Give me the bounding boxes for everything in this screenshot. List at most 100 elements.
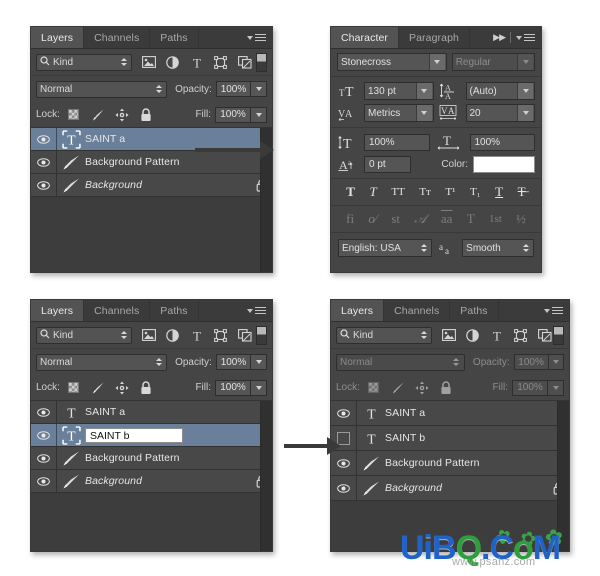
- layer-thumbnail[interactable]: T: [57, 403, 85, 422]
- superscript-button[interactable]: T¹: [445, 186, 455, 198]
- blend-mode-stepper[interactable]: [452, 356, 461, 369]
- adjustment-filter-icon[interactable]: [165, 328, 180, 343]
- layer-visibility-toggle[interactable]: [31, 447, 57, 469]
- layer-thumbnail[interactable]: T: [357, 429, 385, 448]
- layer-thumbnail[interactable]: [57, 177, 85, 193]
- faux-bold-button[interactable]: T: [346, 184, 355, 200]
- layer-visibility-toggle[interactable]: [31, 151, 57, 173]
- vertical-scale-field[interactable]: 100%: [364, 133, 430, 151]
- lock-all-icon[interactable]: [139, 107, 153, 122]
- antialias-select[interactable]: Smooth: [462, 239, 534, 257]
- opacity-dropdown-button[interactable]: [548, 354, 565, 370]
- layer-thumbnail[interactable]: [57, 473, 85, 489]
- tab-paths[interactable]: Paths: [450, 300, 499, 321]
- table-row[interactable]: Background: [331, 476, 569, 501]
- layer-list-scrollbar[interactable]: [260, 401, 272, 551]
- table-row[interactable]: T SAINT a: [331, 401, 569, 426]
- lock-transparency-icon[interactable]: [67, 381, 81, 395]
- strikethrough-button[interactable]: T̶: [518, 184, 526, 200]
- image-filter-icon[interactable]: [141, 55, 156, 70]
- layer-thumbnail[interactable]: [357, 480, 385, 496]
- font-family-select[interactable]: Stonecross: [337, 53, 447, 71]
- adjustment-filter-icon[interactable]: [465, 328, 480, 343]
- opacity-value[interactable]: 100%: [215, 354, 252, 370]
- underline-button[interactable]: T: [495, 184, 503, 200]
- horizontal-scale-field[interactable]: 100%: [469, 133, 535, 151]
- filter-kind-select[interactable]: Kind: [36, 326, 132, 344]
- layer-thumbnail[interactable]: T: [57, 129, 85, 149]
- language-stepper[interactable]: [419, 242, 428, 255]
- lock-transparency-icon[interactable]: [67, 108, 81, 122]
- tab-character[interactable]: Character: [331, 27, 400, 48]
- kerning-select[interactable]: Metrics: [364, 104, 434, 122]
- table-row[interactable]: Background: [31, 174, 272, 197]
- adjustment-filter-icon[interactable]: [165, 55, 180, 70]
- filter-kind-stepper[interactable]: [419, 329, 428, 342]
- opacity-dropdown-button[interactable]: [251, 81, 267, 97]
- type-filter-icon[interactable]: T: [189, 328, 204, 343]
- tab-channels[interactable]: Channels: [84, 27, 151, 48]
- panel-menu-button[interactable]: [243, 300, 272, 321]
- layer-thumbnail[interactable]: [357, 455, 385, 471]
- shape-filter-icon[interactable]: [213, 328, 228, 343]
- blend-mode-select[interactable]: Normal: [36, 353, 168, 371]
- tab-paths[interactable]: Paths: [150, 300, 199, 321]
- lock-image-icon[interactable]: [91, 108, 105, 122]
- filter-enable-toggle[interactable]: [553, 325, 564, 345]
- small-caps-button[interactable]: Tт: [419, 186, 431, 198]
- faux-italic-button[interactable]: T: [370, 184, 377, 200]
- filter-kind-select[interactable]: Kind: [36, 53, 132, 71]
- titling-alternates-button[interactable]: T: [467, 211, 475, 227]
- layer-thumbnail[interactable]: [57, 154, 85, 170]
- shape-filter-icon[interactable]: [213, 55, 228, 70]
- layer-thumbnail[interactable]: [57, 450, 85, 466]
- font-style-select[interactable]: Regular: [451, 53, 535, 71]
- lock-image-icon[interactable]: [391, 381, 405, 395]
- fill-dropdown-button[interactable]: [251, 106, 267, 123]
- language-select[interactable]: English: USA: [338, 239, 433, 257]
- table-row[interactable]: T SAINT a: [31, 401, 272, 424]
- table-row[interactable]: Background: [31, 470, 272, 493]
- text-color-swatch[interactable]: [473, 155, 535, 173]
- opacity-value[interactable]: 100%: [215, 81, 252, 97]
- antialias-stepper[interactable]: [521, 242, 530, 255]
- baseline-shift-field[interactable]: 0 pt: [364, 155, 411, 173]
- filter-kind-stepper[interactable]: [119, 56, 128, 69]
- layer-visibility-toggle[interactable]: [331, 476, 357, 500]
- table-row[interactable]: T SAINT b: [31, 424, 272, 447]
- lock-transparency-icon[interactable]: [367, 381, 381, 395]
- panel-menu-button[interactable]: [243, 27, 272, 48]
- smartobject-filter-icon[interactable]: [237, 328, 252, 343]
- opacity-dropdown-button[interactable]: [251, 354, 267, 370]
- hamburger-icon[interactable]: [524, 32, 535, 43]
- lock-position-icon[interactable]: [115, 381, 129, 395]
- opacity-value[interactable]: 100%: [513, 354, 549, 370]
- filter-enable-toggle[interactable]: [256, 325, 267, 345]
- layer-visibility-toggle[interactable]: [31, 401, 57, 423]
- blend-mode-stepper[interactable]: [154, 356, 163, 369]
- filter-enable-toggle[interactable]: [256, 52, 267, 72]
- blend-mode-select[interactable]: Normal: [336, 353, 465, 371]
- layer-visibility-toggle[interactable]: [31, 424, 57, 446]
- fill-value[interactable]: 100%: [215, 106, 251, 123]
- type-filter-icon[interactable]: T: [489, 328, 504, 343]
- layer-visibility-toggle[interactable]: [331, 401, 357, 425]
- lock-all-icon[interactable]: [439, 380, 453, 395]
- lock-position-icon[interactable]: [415, 381, 429, 395]
- tab-layers[interactable]: Layers: [31, 27, 85, 48]
- fill-value[interactable]: 100%: [215, 379, 251, 396]
- fractions-button[interactable]: ½: [516, 211, 526, 227]
- tracking-select[interactable]: 20: [465, 104, 535, 122]
- image-filter-icon[interactable]: [441, 328, 456, 343]
- tab-layers[interactable]: Layers: [31, 300, 85, 321]
- table-row[interactable]: Background Pattern: [331, 451, 569, 476]
- tab-channels[interactable]: Channels: [384, 300, 451, 321]
- discretionary-ligatures-button[interactable]: st: [391, 211, 400, 227]
- lock-all-icon[interactable]: [139, 380, 153, 395]
- filter-kind-select[interactable]: Kind: [336, 326, 432, 344]
- blend-mode-select[interactable]: Normal: [36, 80, 168, 98]
- all-caps-button[interactable]: TT: [391, 186, 404, 198]
- panel-menu-button[interactable]: [540, 300, 569, 321]
- tab-paragraph[interactable]: Paragraph: [399, 27, 470, 48]
- layer-visibility-toggle[interactable]: [31, 470, 57, 492]
